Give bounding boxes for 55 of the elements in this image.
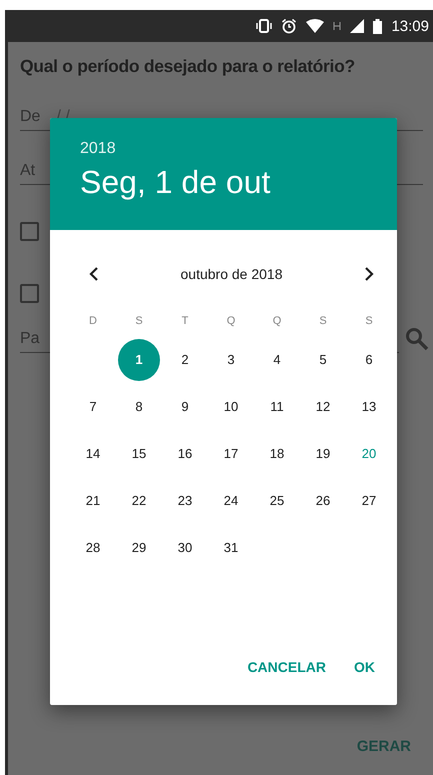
clock: 13:09 xyxy=(391,18,429,34)
calendar-day[interactable]: 11 xyxy=(256,386,298,428)
cancel-button[interactable]: CANCELAR xyxy=(239,651,334,683)
calendar-day[interactable]: 22 xyxy=(118,480,160,522)
weekday-label: Q xyxy=(226,314,236,329)
network-type-icon xyxy=(333,21,342,31)
calendar-day[interactable]: 19 xyxy=(302,432,344,474)
calendar-day[interactable]: 7 xyxy=(72,386,114,428)
calendar-day[interactable]: 29 xyxy=(118,526,160,568)
wifi-icon xyxy=(306,19,324,33)
calendar-day[interactable]: 17 xyxy=(210,432,252,474)
chevron-left-icon[interactable] xyxy=(88,267,100,281)
month-label: outubro de 2018 xyxy=(180,266,282,282)
calendar-day[interactable]: 23 xyxy=(164,480,206,522)
search-icon[interactable] xyxy=(405,327,429,351)
ok-button[interactable]: OK xyxy=(346,651,383,683)
chevron-right-icon[interactable] xyxy=(362,267,375,281)
weekday-label: S xyxy=(318,314,328,329)
signal-icon xyxy=(350,19,364,33)
calendar-day[interactable]: 31 xyxy=(210,526,252,568)
calendar-day[interactable]: 30 xyxy=(164,526,206,568)
calendar-day[interactable]: 27 xyxy=(348,480,390,522)
weekday-label: S xyxy=(364,314,374,329)
calendar-day[interactable]: 1 xyxy=(118,338,160,380)
calendar-day[interactable]: 12 xyxy=(302,386,344,428)
battery-icon xyxy=(373,18,382,34)
calendar-day[interactable]: 20 xyxy=(348,432,390,474)
calendar-day[interactable]: 28 xyxy=(72,526,114,568)
calendar-day[interactable]: 2 xyxy=(164,338,206,380)
calendar-day[interactable]: 13 xyxy=(348,386,390,428)
calendar-day[interactable]: 14 xyxy=(72,432,114,474)
calendar-day[interactable]: 16 xyxy=(164,432,206,474)
calendar-day[interactable]: 9 xyxy=(164,386,206,428)
weekday-label: Q xyxy=(272,314,282,329)
calendar-day[interactable]: 15 xyxy=(118,432,160,474)
alarm-clock-icon xyxy=(281,18,298,34)
calendar-day[interactable]: 21 xyxy=(72,480,114,522)
calendar-day[interactable]: 5 xyxy=(302,338,344,380)
calendar-day[interactable]: 3 xyxy=(210,338,252,380)
calendar-day[interactable]: 6 xyxy=(348,338,390,380)
checkbox[interactable] xyxy=(20,222,39,240)
weekday-label: S xyxy=(134,314,144,329)
calendar-day[interactable]: 8 xyxy=(118,386,160,428)
question-title: Qual o período desejado para o relatório? xyxy=(20,56,356,77)
calendar-day[interactable]: 10 xyxy=(210,386,252,428)
calendar-day[interactable]: 18 xyxy=(256,432,298,474)
weekday-label: D xyxy=(88,314,98,329)
calendar-day[interactable]: 24 xyxy=(210,480,252,522)
calendar-day[interactable]: 25 xyxy=(256,480,298,522)
calendar-day[interactable]: 26 xyxy=(302,480,344,522)
vibrate-icon xyxy=(256,18,272,34)
checkbox[interactable] xyxy=(20,284,39,302)
calendar-day[interactable]: 4 xyxy=(256,338,298,380)
selected-date: Seg, 1 de out xyxy=(80,164,272,201)
weekday-label: T xyxy=(180,314,190,329)
